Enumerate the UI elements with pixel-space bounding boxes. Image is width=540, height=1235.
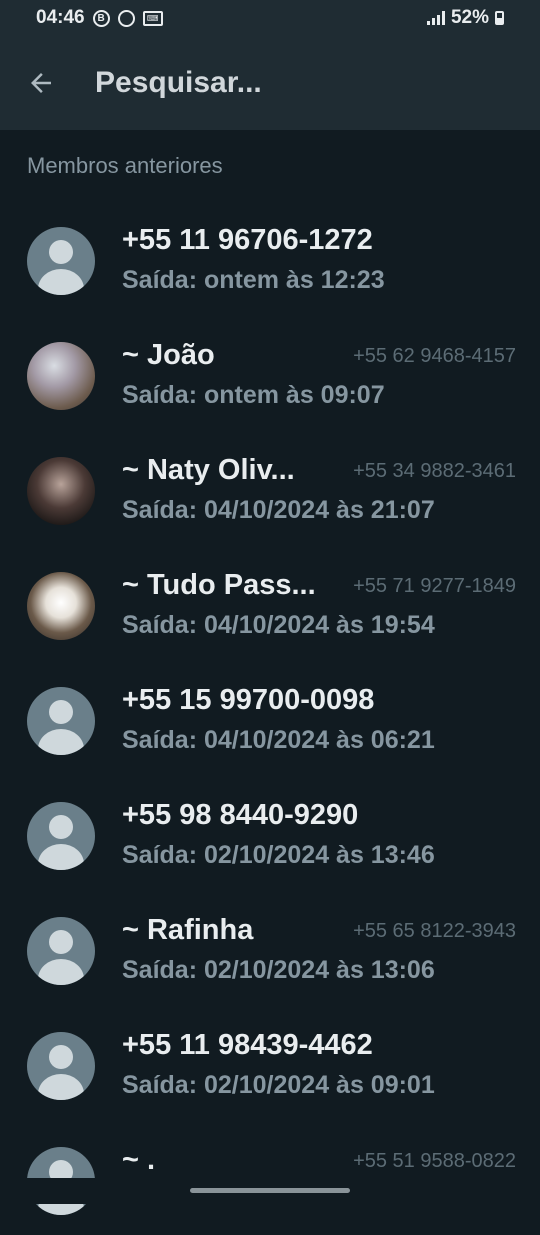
member-left-time: Saída: 04/10/2024 às 06:21 bbox=[122, 726, 435, 754]
navigation-bar bbox=[0, 1178, 540, 1204]
signal-icon bbox=[426, 11, 445, 25]
member-left-time: Saída: 02/10/2024 às 13:46 bbox=[122, 841, 435, 869]
member-name: +55 11 96706-1272 bbox=[122, 224, 373, 256]
member-phone: +55 71 9277-1849 bbox=[353, 575, 516, 597]
list-item[interactable]: +55 98 8440-9290 Saída: 02/10/2024 às 13:… bbox=[0, 775, 540, 890]
search-input[interactable]: Pesquisar... bbox=[95, 66, 262, 100]
member-name: +55 11 98439-4462 bbox=[122, 1029, 373, 1061]
member-name: ~ João bbox=[122, 339, 215, 371]
keyboard-icon: ⌨ bbox=[142, 10, 163, 26]
default-avatar-icon[interactable] bbox=[27, 917, 95, 985]
member-left-time: Saída: 02/10/2024 às 09:01 bbox=[122, 1071, 435, 1099]
member-name: +55 98 8440-9290 bbox=[122, 799, 359, 831]
member-name: ~ . bbox=[122, 1144, 156, 1176]
member-name: ~ Rafinha bbox=[122, 914, 254, 946]
b-circle-icon: B bbox=[92, 9, 110, 27]
list-item[interactable]: +55 11 96706-1272 Saída: ontem às 12:23 bbox=[0, 200, 540, 315]
member-left-time: Saída: ontem às 12:23 bbox=[122, 266, 385, 294]
list-item[interactable]: ~ Naty Oliv... +55 34 9882-3461 Saída: 04/… bbox=[0, 430, 540, 545]
section-title: Membros anteriores bbox=[27, 153, 223, 178]
list-item[interactable]: ~ Tudo Pass... +55 71 9277-1849 Saída: 04/… bbox=[0, 545, 540, 660]
home-handle[interactable] bbox=[190, 1188, 350, 1193]
app-bar: Pesquisar... bbox=[0, 36, 540, 130]
status-bar: 04:46 B ⌨ 52% bbox=[0, 0, 540, 36]
battery-icon bbox=[495, 11, 504, 25]
member-phone: +55 65 8122-3943 bbox=[353, 920, 516, 942]
member-name: ~ Naty Oliv... bbox=[122, 454, 295, 486]
status-time: 04:46 bbox=[36, 7, 85, 28]
default-avatar-icon[interactable] bbox=[27, 227, 95, 295]
member-left-time: Saída: 04/10/2024 às 19:54 bbox=[122, 611, 435, 639]
avatar[interactable] bbox=[27, 572, 95, 640]
member-left-time: Saída: ontem às 09:07 bbox=[122, 381, 385, 409]
member-phone: +55 51 9588-0822 bbox=[353, 1150, 516, 1172]
member-left-time: Saída: 02/10/2024 às 13:06 bbox=[122, 956, 435, 984]
back-arrow-icon[interactable] bbox=[26, 68, 56, 98]
member-phone: +55 34 9882-3461 bbox=[353, 460, 516, 482]
member-name: +55 15 99700-0098 bbox=[122, 684, 375, 716]
default-avatar-icon[interactable] bbox=[27, 1032, 95, 1100]
member-list: +55 11 96706-1272 Saída: ontem às 12:23 ~ … bbox=[0, 200, 540, 1235]
list-item[interactable]: ~ Rafinha +55 65 8122-3943 Saída: 02/10/20… bbox=[0, 890, 540, 1005]
default-avatar-icon[interactable] bbox=[27, 802, 95, 870]
avatar[interactable] bbox=[27, 457, 95, 525]
list-item[interactable]: ~ João +55 62 9468-4157 Saída: ontem às 09… bbox=[0, 315, 540, 430]
list-item[interactable]: +55 15 99700-0098 Saída: 04/10/2024 às 06… bbox=[0, 660, 540, 775]
list-item[interactable]: +55 11 98439-4462 Saída: 02/10/2024 às 09… bbox=[0, 1005, 540, 1120]
member-left-time: Saída: 04/10/2024 às 21:07 bbox=[122, 496, 435, 524]
chrome-icon bbox=[117, 9, 135, 27]
member-phone: +55 62 9468-4157 bbox=[353, 345, 516, 367]
member-name: ~ Tudo Pass... bbox=[122, 569, 316, 601]
default-avatar-icon[interactable] bbox=[27, 687, 95, 755]
battery-percent: 52% bbox=[450, 7, 489, 28]
avatar[interactable] bbox=[27, 342, 95, 410]
